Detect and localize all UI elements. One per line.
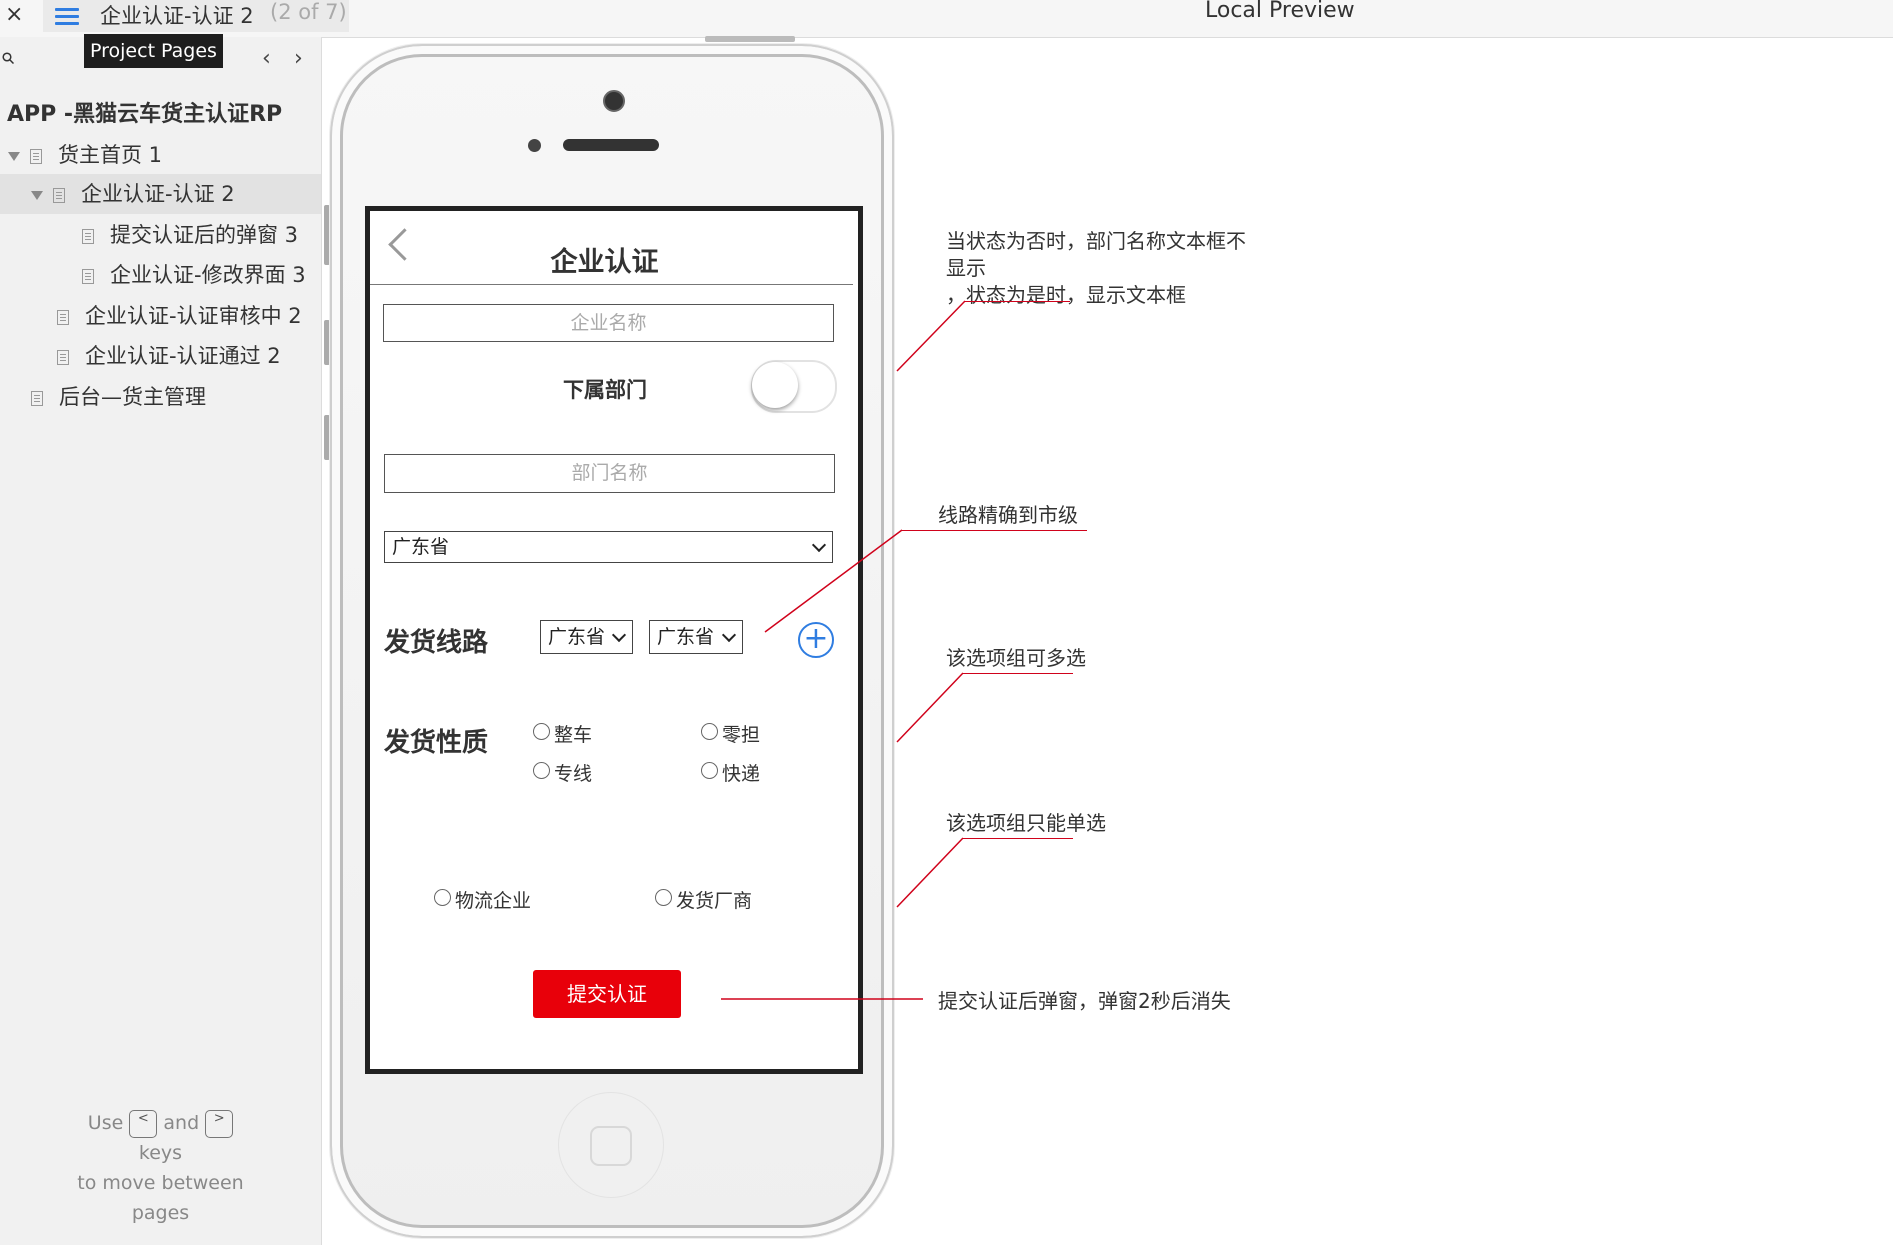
annotation-line <box>764 529 903 633</box>
annotation-line <box>896 672 964 743</box>
annotation-text: 当状态为否时，部门名称文本框不 <box>946 229 1246 253</box>
annotation-text: ，状态为是时，显示文本框 <box>946 283 1186 307</box>
annotation-single-select: 该选项组只能单选 <box>946 811 1106 835</box>
annotation-text: 显示 <box>946 256 986 280</box>
annotation-department-toggle: 当状态为否时，部门名称文本框不 显示 ，状态为是时，显示文本框 <box>946 228 1246 309</box>
annotation-route: 线路精确到市级 <box>938 503 1078 527</box>
annotation-lines <box>721 300 966 1000</box>
annotation-line <box>896 300 966 372</box>
annotation-underline <box>963 673 1073 674</box>
annotation-underline <box>963 838 1073 839</box>
annotation-line <box>896 837 964 908</box>
annotation-multi-select: 该选项组可多选 <box>946 646 1086 670</box>
annotation-underline <box>965 301 1070 302</box>
annotation-underline <box>902 530 1087 531</box>
annotation-submit: 提交认证后弹窗，弹窗2秒后消失 <box>938 989 1231 1013</box>
